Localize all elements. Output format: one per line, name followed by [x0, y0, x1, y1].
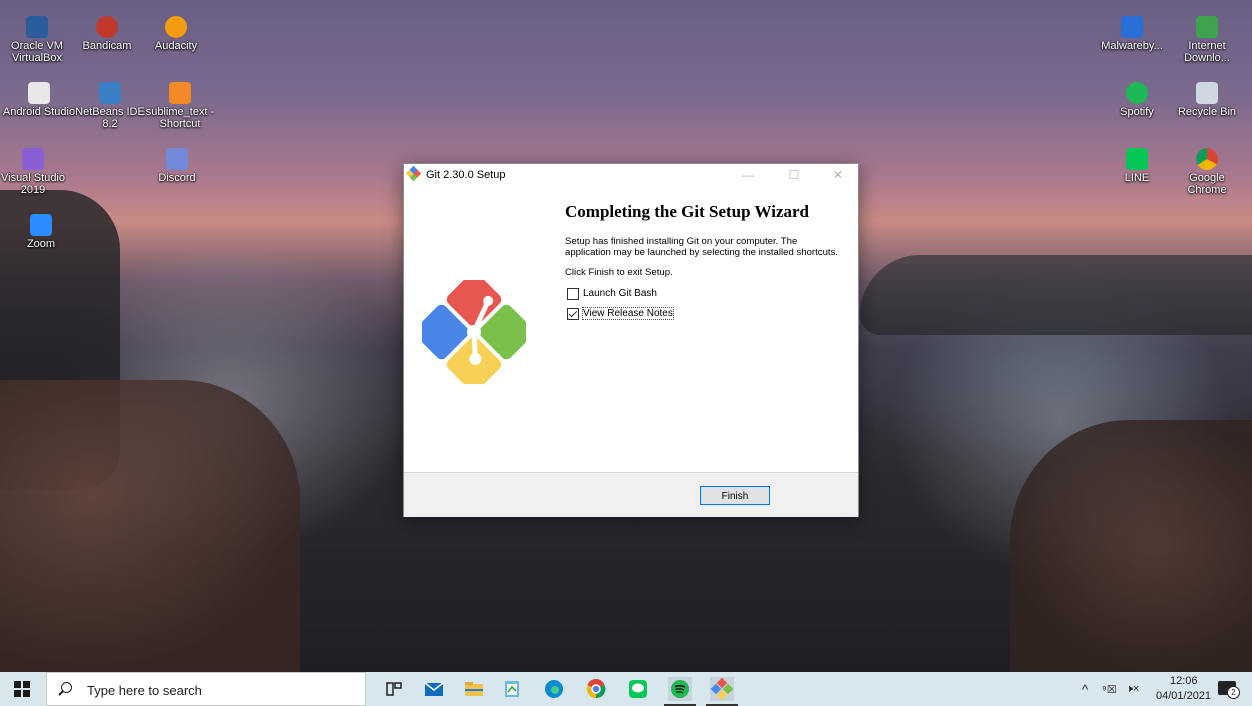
mail-icon[interactable]: [422, 677, 446, 701]
line-icon: [1126, 148, 1148, 170]
wallpaper-jetty: [860, 255, 1252, 335]
file-explorer-icon[interactable]: [462, 677, 486, 701]
line-icon[interactable]: [626, 677, 650, 701]
keyboard-language-icon[interactable]: ⁹☒: [1102, 683, 1117, 696]
desktop-icon-recycle-bin[interactable]: Recycle Bin: [1170, 82, 1244, 118]
taskbar: Type here to search ^ ⁹☒ 🕨× 12:06 04/01/…: [0, 672, 1252, 706]
desktop-icon-visual-studio[interactable]: Visual Studio 2019: [0, 148, 70, 196]
task-view-icon[interactable]: [382, 677, 406, 701]
chrome-icon[interactable]: [584, 677, 608, 701]
desktop-icon-sublime-text[interactable]: sublime_text - Shortcut: [143, 82, 217, 130]
netbeans-icon: [99, 82, 121, 104]
launch-git-bash-checkbox[interactable]: Launch Git Bash: [565, 287, 845, 303]
wizard-footer: Finish: [404, 472, 858, 517]
sublime-text-icon: [169, 82, 191, 104]
edge-icon[interactable]: [542, 677, 566, 701]
spotify-icon[interactable]: [664, 677, 696, 706]
internet-download-manager-icon: [1196, 16, 1218, 38]
notification-count-badge: 2: [1227, 686, 1240, 699]
clock-time[interactable]: 12:06: [1170, 675, 1198, 687]
desktop-icon-line[interactable]: LINE: [1100, 148, 1174, 184]
malwarebytes-icon: [1121, 16, 1143, 38]
audacity-icon: [165, 16, 187, 38]
search-placeholder: Type here to search: [87, 683, 202, 698]
desktop-icon-bandicam[interactable]: Bandicam: [70, 16, 144, 52]
wizard-heading: Completing the Git Setup Wizard: [565, 202, 809, 221]
wizard-content: Completing the Git Setup Wizard Setup ha…: [565, 202, 845, 327]
wallpaper-leg-right: [1010, 420, 1252, 672]
wallpaper-leg-left: [0, 380, 300, 672]
desktop-icon-netbeans[interactable]: NetBeans IDE 8.2: [73, 82, 147, 130]
window-title: Git 2.30.0 Setup: [426, 169, 506, 181]
title-bar[interactable]: Git 2.30.0 Setup — ☐ ✕: [404, 164, 858, 186]
volume-muted-icon[interactable]: 🕨×: [1126, 683, 1139, 696]
exit-instruction: Click Finish to exit Setup.: [565, 267, 673, 278]
notification-center-icon[interactable]: 2: [1218, 681, 1240, 699]
maximize-button[interactable]: ☐: [774, 164, 814, 186]
desktop-icon-spotify[interactable]: Spotify: [1100, 82, 1174, 118]
android-studio-icon: [28, 82, 50, 104]
search-icon: [61, 682, 72, 693]
chrome-icon: [1196, 148, 1218, 170]
desktop-icon-internet-download-manager[interactable]: Internet Downlo...: [1170, 16, 1244, 64]
view-release-notes-checkbox[interactable]: View Release Notes: [565, 307, 845, 323]
zoom-icon: [30, 214, 52, 236]
desktop-icon-virtualbox[interactable]: Oracle VM VirtualBox: [0, 16, 74, 64]
git-setup-icon[interactable]: [706, 677, 738, 706]
desktop-icon-android-studio[interactable]: Android Studio: [2, 82, 76, 118]
finished-message: Setup has finished installing Git on you…: [565, 236, 839, 258]
taskbar-search-box[interactable]: Type here to search: [46, 672, 366, 706]
system-tray: ^ ⁹☒ 🕨× 12:06 04/01/2021 2: [1052, 672, 1252, 706]
desktop-icon-zoom[interactable]: Zoom: [4, 214, 78, 250]
git-setup-window: Git 2.30.0 Setup — ☐ ✕ Completing the Gi…: [403, 163, 859, 517]
recycle-bin-icon: [1196, 82, 1218, 104]
checkbox-checked[interactable]: [567, 308, 579, 320]
desktop[interactable]: Oracle VM VirtualBox Bandicam Audacity A…: [0, 0, 1252, 672]
minimize-button[interactable]: —: [728, 164, 768, 186]
desktop-icon-discord[interactable]: Discord: [140, 148, 214, 184]
visual-studio-icon: [22, 148, 44, 170]
checkbox-unchecked[interactable]: [567, 288, 579, 300]
windows-start-icon[interactable]: [14, 681, 30, 697]
git-logo-icon: [405, 165, 422, 182]
desktop-icon-google-chrome[interactable]: Google Chrome: [1170, 148, 1244, 196]
virtualbox-icon: [26, 16, 48, 38]
discord-icon: [166, 148, 188, 170]
notepad-icon[interactable]: [500, 677, 524, 701]
desktop-icon-malwarebytes[interactable]: Malwareby...: [1095, 16, 1169, 52]
desktop-icon-audacity[interactable]: Audacity: [139, 16, 213, 52]
git-logo-large-icon: [414, 272, 534, 392]
spotify-icon: [1126, 82, 1148, 104]
close-button[interactable]: ✕: [818, 164, 858, 186]
clock-date[interactable]: 04/01/2021: [1156, 690, 1211, 702]
bandicam-icon: [96, 16, 118, 38]
show-hidden-icons-chevron-icon[interactable]: ^: [1082, 682, 1088, 697]
finish-button[interactable]: Finish: [700, 486, 770, 505]
